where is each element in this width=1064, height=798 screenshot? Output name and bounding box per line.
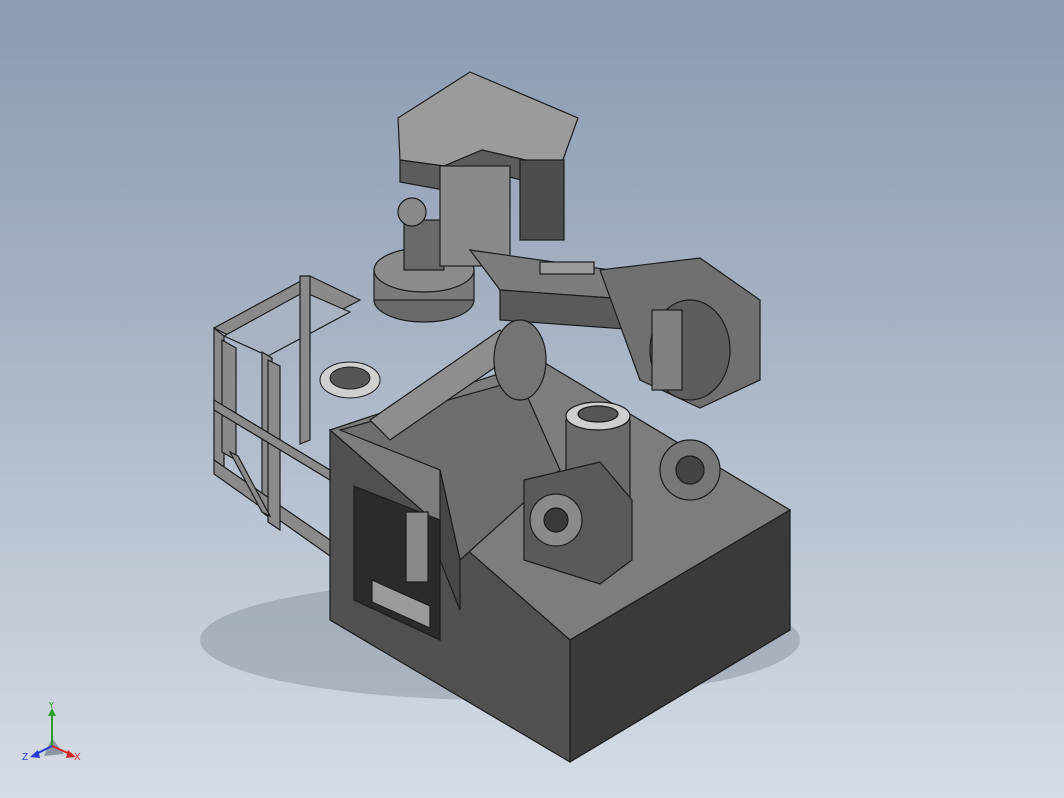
belt-guard-motor <box>599 257 761 409</box>
graphics-viewport[interactable]: Y X Z <box>0 0 1064 798</box>
y-axis-label: Y <box>48 702 55 711</box>
fan-cover <box>319 361 381 399</box>
axis-triad: Y X Z <box>22 702 81 763</box>
x-axis-label: X <box>74 752 81 763</box>
cad-model-view[interactable] <box>0 0 1064 798</box>
pulley-wheel <box>493 319 547 401</box>
z-axis-label: Z <box>22 752 28 763</box>
